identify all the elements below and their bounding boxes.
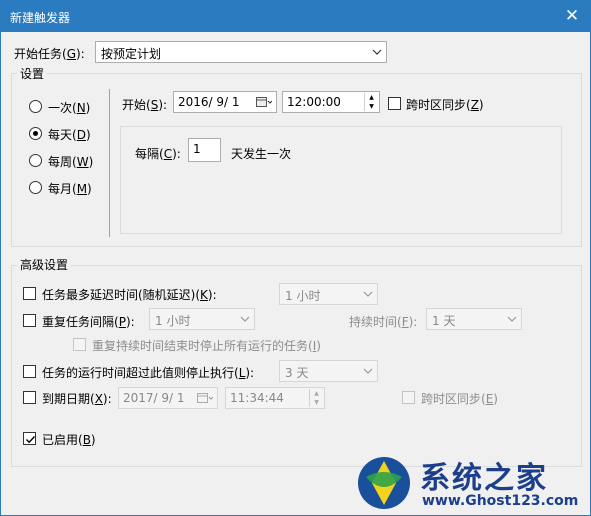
- repeat-interval-select[interactable]: 1 小时: [149, 308, 255, 330]
- watermark-url: www.Ghost123.com: [422, 493, 579, 509]
- duration-select[interactable]: 1 天: [426, 308, 522, 330]
- every-label: 每隔(C):: [135, 147, 181, 161]
- time-spinner[interactable]: ▲ ▼: [364, 93, 378, 111]
- calendar-icon: [197, 393, 213, 403]
- delay-select[interactable]: 1 小时: [279, 283, 378, 305]
- delay-checkbox[interactable]: [23, 287, 36, 300]
- every-unit-label: 天发生一次: [231, 147, 292, 161]
- checkmark-icon: [26, 436, 36, 444]
- title-bar: 新建触发器 ✕: [1, 1, 590, 32]
- radio-monthly-label: 每月(M): [48, 182, 92, 196]
- delay-label: 任务最多延迟时间(随机延迟)(K):: [42, 288, 217, 302]
- chevron-down-icon: [363, 291, 373, 297]
- duration-value: 1 天: [432, 314, 456, 328]
- start-label: 开始(S):: [122, 98, 168, 112]
- every-days-input[interactable]: 1: [188, 138, 221, 162]
- stop-at-end-checkbox[interactable]: [73, 338, 86, 351]
- chevron-down-icon: [372, 49, 382, 55]
- watermark: 系统之家 www.Ghost123.com: [350, 451, 590, 515]
- chevron-down-icon: [240, 316, 250, 322]
- stop-if-select[interactable]: 3 天: [279, 360, 378, 382]
- spin-up-icon[interactable]: ▲: [364, 93, 378, 102]
- stop-if-checkbox[interactable]: [23, 365, 36, 378]
- close-icon[interactable]: ✕: [554, 1, 590, 32]
- radio-daily[interactable]: [29, 127, 42, 140]
- repeat-interval-value: 1 小时: [155, 314, 191, 328]
- expire-time-field[interactable]: 11:34:44 ▲ ▼: [225, 387, 325, 409]
- expire-sync-timezone-label: 跨时区同步(E): [421, 392, 498, 406]
- recurrence-panel: [120, 126, 562, 234]
- spin-down-icon[interactable]: ▼: [309, 398, 323, 407]
- stop-if-value: 3 天: [285, 366, 309, 380]
- watermark-logo-icon: [358, 457, 410, 509]
- spin-down-icon[interactable]: ▼: [364, 102, 378, 111]
- repeat-checkbox[interactable]: [23, 314, 36, 327]
- trigger-dialog: 新建触发器 ✕ 开始任务(G): 按预定计划 设置 一次(N) 每天(D) 每周…: [0, 0, 591, 516]
- enabled-checkbox[interactable]: [23, 432, 36, 445]
- radio-monthly[interactable]: [29, 181, 42, 194]
- repeat-label: 重复任务间隔(P):: [42, 315, 135, 329]
- watermark-brand: 系统之家: [420, 461, 548, 496]
- duration-label: 持续时间(F):: [349, 315, 418, 329]
- radio-daily-label: 每天(D): [48, 128, 91, 142]
- chevron-down-icon: [507, 316, 517, 322]
- radio-weekly-label: 每周(W): [48, 155, 94, 169]
- start-date-value: 2016/ 9/ 1: [178, 95, 240, 109]
- stop-at-end-label: 重复持续时间结束时停止所有运行的任务(I): [92, 339, 321, 353]
- radio-weekly[interactable]: [29, 154, 42, 167]
- radio-once-label: 一次(N): [48, 101, 91, 115]
- stop-if-label: 任务的运行时间超过此值则停止执行(L):: [42, 366, 255, 380]
- start-task-label: 开始任务(G):: [14, 47, 85, 61]
- start-task-select[interactable]: 按预定计划: [95, 41, 387, 63]
- expire-label: 到期日期(X):: [42, 392, 112, 406]
- window-title: 新建触发器: [10, 11, 71, 25]
- expire-sync-timezone-checkbox[interactable]: [402, 391, 415, 404]
- advanced-group-title: 高级设置: [17, 256, 72, 273]
- radio-once[interactable]: [29, 100, 42, 113]
- sync-timezone-checkbox[interactable]: [388, 97, 401, 110]
- delay-value: 1 小时: [285, 289, 321, 303]
- enabled-label: 已启用(B): [42, 433, 96, 447]
- start-time-field[interactable]: 12:00:00 ▲ ▼: [282, 91, 380, 113]
- sync-timezone-label: 跨时区同步(Z): [406, 98, 484, 112]
- calendar-icon: [256, 97, 272, 107]
- start-time-value: 12:00:00: [287, 95, 341, 109]
- spin-up-icon[interactable]: ▲: [309, 389, 323, 398]
- expire-date-value: 2017/ 9/ 1: [123, 391, 185, 405]
- start-date-picker[interactable]: 2016/ 9/ 1: [173, 91, 277, 113]
- expire-date-picker[interactable]: 2017/ 9/ 1: [118, 387, 218, 409]
- settings-divider: [109, 89, 110, 237]
- time-spinner[interactable]: ▲ ▼: [309, 389, 323, 407]
- start-task-value: 按预定计划: [101, 47, 162, 61]
- expire-checkbox[interactable]: [23, 391, 36, 404]
- chevron-down-icon: [363, 368, 373, 374]
- expire-time-value: 11:34:44: [230, 391, 284, 405]
- settings-group-title: 设置: [17, 65, 48, 82]
